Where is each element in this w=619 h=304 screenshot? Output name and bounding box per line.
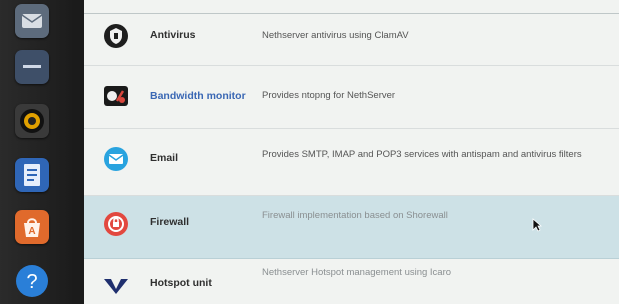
help-icon[interactable]: ? (15, 264, 49, 298)
firewall-icon (102, 210, 130, 238)
list-item-hotspot-unit[interactable]: Hotspot unit Nethserver Hotspot manageme… (84, 259, 619, 304)
app-store-icon[interactable]: A (15, 210, 49, 244)
module-description: Nethserver antivirus using ClamAV (262, 30, 409, 41)
list-item-antivirus[interactable]: Antivirus Nethserver antivirus using Cla… (84, 14, 619, 66)
module-list-panel: Antivirus Nethserver antivirus using Cla… (84, 0, 619, 304)
mail-icon[interactable] (15, 4, 49, 38)
module-name[interactable]: Bandwidth monitor (150, 90, 246, 102)
module-name: Antivirus (150, 29, 196, 41)
svg-text:A: A (28, 226, 35, 237)
document-icon[interactable] (15, 158, 49, 192)
module-name: Firewall (150, 216, 190, 228)
list-item-bandwidth-monitor[interactable]: Bandwidth monitor Provides ntopng for Ne… (84, 66, 619, 129)
list-item-email[interactable]: Email Provides SMTP, IMAP and POP3 servi… (84, 129, 619, 196)
hotspot-icon (102, 271, 130, 299)
module-name: Hotspot unit (150, 277, 212, 289)
module-name: Email (150, 152, 179, 164)
speaker-icon[interactable] (15, 104, 49, 138)
module-description: Provides SMTP, IMAP and POP3 services wi… (262, 149, 582, 160)
module-description: Firewall implementation based on Shorewa… (262, 210, 448, 221)
launcher-dock: A ? (0, 0, 72, 304)
monitor-icon (102, 82, 130, 110)
minimize-icon[interactable] (15, 50, 49, 84)
shield-icon (102, 22, 130, 50)
module-description: Provides ntopng for NethServer (262, 90, 396, 101)
mouse-cursor-icon (532, 218, 543, 237)
svg-text:?: ? (26, 271, 37, 293)
module-description: Nethserver Hotspot management using Icar… (262, 267, 452, 278)
envelope-icon (102, 145, 130, 173)
